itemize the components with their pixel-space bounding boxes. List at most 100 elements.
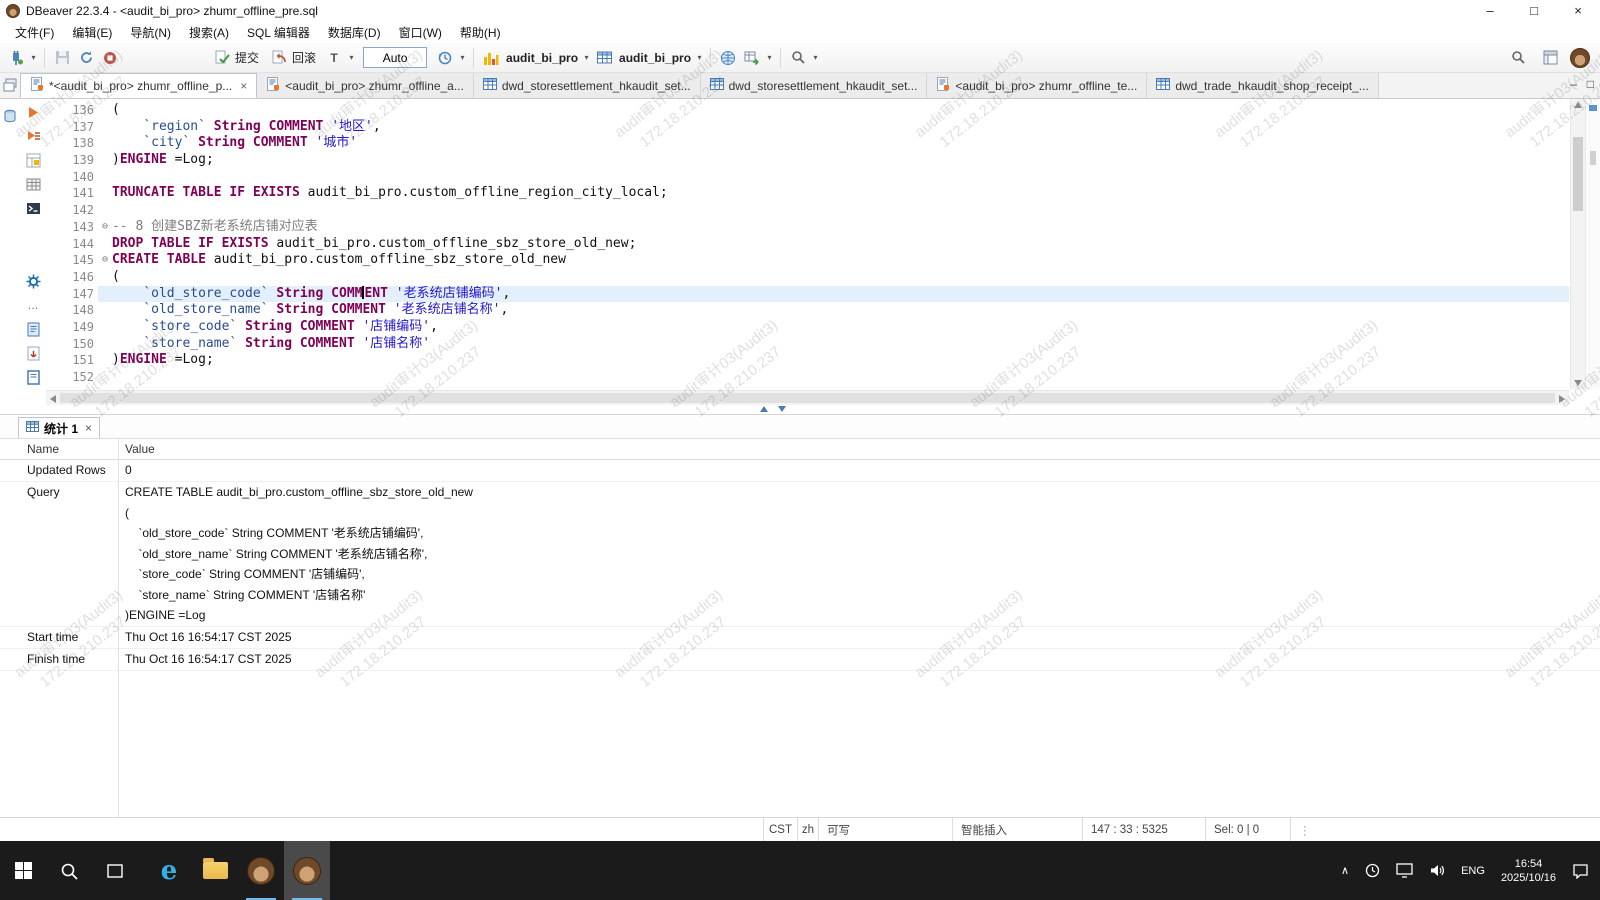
- schema-selector[interactable]: audit_bi_pro: [616, 51, 694, 65]
- minimize-editor-area-icon[interactable]: –: [1570, 77, 1577, 91]
- open-script-icon[interactable]: [25, 369, 42, 386]
- restore-view-icon[interactable]: [3, 78, 17, 97]
- editor-tab-5[interactable]: <audit_bi_pro> zhumr_offline_te...: [927, 73, 1147, 98]
- scroll-down-icon[interactable]: [1571, 377, 1585, 389]
- tray-display-icon[interactable]: [1389, 841, 1420, 900]
- maximize-editor-area-icon[interactable]: □: [1587, 77, 1594, 91]
- menu-item-edit[interactable]: 编辑(E): [63, 22, 121, 43]
- fold-marker-icon[interactable]: ⊖: [98, 252, 112, 269]
- new-script-icon[interactable]: [25, 321, 42, 338]
- editor-tab-2[interactable]: <audit_bi_pro> zhumr_offline_a...: [257, 73, 474, 98]
- overflow-menu-icon[interactable]: …: [25, 297, 42, 314]
- column-header-value[interactable]: Value: [118, 439, 1600, 459]
- menu-item-navigate[interactable]: 导航(N): [121, 22, 180, 43]
- refresh-icon[interactable]: [74, 46, 98, 70]
- ruler-mark-range[interactable]: [1590, 151, 1596, 165]
- tray-clock[interactable]: 16:54 2025/10/16: [1494, 841, 1563, 900]
- settings-gear-icon[interactable]: [25, 273, 42, 290]
- schema-selector-dropdown-icon[interactable]: ▾: [694, 53, 705, 62]
- taskbar-search-button[interactable]: [46, 841, 92, 900]
- transaction-log-icon[interactable]: [433, 46, 457, 70]
- dbeaver-mascot-icon[interactable]: [1570, 48, 1590, 68]
- text-transform-icon[interactable]: T: [322, 46, 346, 70]
- tray-language-indicator[interactable]: ENG: [1454, 841, 1492, 900]
- column-header-name[interactable]: Name: [0, 439, 118, 459]
- database-navigator-icon[interactable]: [2, 107, 19, 124]
- save-script-icon[interactable]: [25, 345, 42, 362]
- result-name-cell[interactable]: Query: [0, 482, 118, 626]
- ruler-mark-caret[interactable]: [1589, 105, 1597, 111]
- result-name-cell[interactable]: Updated Rows: [0, 460, 118, 481]
- status-insert-mode[interactable]: 智能插入: [952, 818, 1082, 841]
- horizontal-scrollbar-thumb[interactable]: [60, 393, 1555, 403]
- perspective-icon[interactable]: [1538, 46, 1562, 70]
- vertical-scrollbar[interactable]: [1570, 99, 1585, 389]
- status-caret-position[interactable]: 147 : 33 : 5325: [1082, 818, 1205, 841]
- open-console-icon[interactable]: [25, 200, 42, 217]
- dbeaver-taskbar-button-2[interactable]: [284, 841, 330, 900]
- action-center-icon[interactable]: [1565, 841, 1596, 900]
- menu-item-help[interactable]: 帮助(H): [451, 22, 510, 43]
- explain-plan-icon[interactable]: [25, 152, 42, 169]
- new-connection-icon[interactable]: [4, 46, 28, 70]
- database-selector-dropdown-icon[interactable]: ▾: [581, 53, 592, 62]
- export-icon[interactable]: [740, 46, 764, 70]
- dbeaver-taskbar-button-1[interactable]: [238, 841, 284, 900]
- start-button[interactable]: [0, 841, 46, 900]
- vertical-scrollbar-thumb[interactable]: [1573, 137, 1583, 211]
- result-value-cell[interactable]: Thu Oct 16 16:54:17 CST 2025: [118, 627, 1600, 648]
- editor-tab-1[interactable]: *<audit_bi_pro> zhumr_offline_p...×: [20, 73, 257, 98]
- menu-item-file[interactable]: 文件(F): [6, 22, 63, 43]
- editor-tab-6[interactable]: dwd_trade_hkaudit_shop_receipt_...: [1147, 73, 1378, 98]
- fold-marker-icon[interactable]: ⊖: [98, 219, 112, 236]
- commit-mode-select[interactable]: Auto: [363, 47, 427, 68]
- result-value-cell[interactable]: Thu Oct 16 16:54:17 CST 2025: [118, 649, 1600, 670]
- export-dropdown-icon[interactable]: ▾: [764, 53, 775, 62]
- scroll-right-icon[interactable]: [1559, 395, 1565, 403]
- editor-tab-3[interactable]: dwd_storesettlement_hkaudit_set...: [474, 73, 701, 98]
- globe-icon[interactable]: [716, 46, 740, 70]
- result-name-cell[interactable]: Finish time: [0, 649, 118, 670]
- database-selector[interactable]: audit_bi_pro: [503, 51, 581, 65]
- search-menu-dropdown-icon[interactable]: ▾: [810, 53, 821, 62]
- search-menu-icon[interactable]: [786, 46, 810, 70]
- splitter-up-icon[interactable]: [760, 406, 768, 412]
- result-name-cell[interactable]: Start time: [0, 627, 118, 648]
- menu-item-window[interactable]: 窗口(W): [390, 22, 451, 43]
- task-view-button[interactable]: [92, 841, 138, 900]
- horizontal-scrollbar[interactable]: [46, 390, 1569, 405]
- tab-close-icon[interactable]: ×: [240, 79, 247, 93]
- internet-explorer-button[interactable]: e: [146, 841, 192, 900]
- execute-statement-icon[interactable]: [25, 104, 42, 121]
- tray-clock-icon[interactable]: [1358, 841, 1387, 900]
- scroll-up-icon[interactable]: [1571, 99, 1585, 111]
- save-icon[interactable]: [50, 46, 74, 70]
- execute-script-icon[interactable]: [25, 128, 42, 145]
- text-transform-dropdown-icon[interactable]: ▾: [346, 53, 357, 62]
- tray-chevron-icon[interactable]: ∧: [1334, 841, 1356, 900]
- result-value-cell[interactable]: CREATE TABLE audit_bi_pro.custom_offline…: [118, 482, 1600, 626]
- transaction-log-dropdown-icon[interactable]: ▾: [457, 53, 468, 62]
- tray-volume-icon[interactable]: [1422, 841, 1452, 900]
- editor-results-splitter[interactable]: [0, 405, 1600, 414]
- menu-item-database[interactable]: 数据库(D): [319, 22, 390, 43]
- splitter-down-icon[interactable]: [778, 406, 786, 412]
- editor-tab-4[interactable]: dwd_storesettlement_hkaudit_set...: [701, 73, 928, 98]
- minimize-window-button[interactable]: –: [1468, 0, 1512, 22]
- menu-item-search[interactable]: 搜索(A): [180, 22, 238, 43]
- close-results-tab-icon[interactable]: ×: [85, 421, 92, 435]
- maximize-window-button[interactable]: □: [1512, 0, 1556, 22]
- file-explorer-button[interactable]: [192, 841, 238, 900]
- new-connection-dropdown-icon[interactable]: ▾: [28, 53, 39, 62]
- tab-statistics[interactable]: 统计 1 ×: [18, 417, 100, 439]
- scroll-left-icon[interactable]: [50, 395, 56, 403]
- result-value-cell[interactable]: 0: [118, 460, 1600, 481]
- rollback-button[interactable]: 回滚: [265, 47, 322, 68]
- result-grid-icon[interactable]: [25, 176, 42, 193]
- close-window-button[interactable]: ×: [1556, 0, 1600, 22]
- quick-search-icon[interactable]: [1506, 46, 1530, 70]
- sql-editor[interactable]: 136(137 `region` String COMMENT '地区',138…: [46, 99, 1600, 405]
- menu-item-sql-editor[interactable]: SQL 编辑器: [238, 22, 319, 43]
- commit-button[interactable]: 提交: [208, 47, 265, 68]
- stop-icon[interactable]: [98, 46, 122, 70]
